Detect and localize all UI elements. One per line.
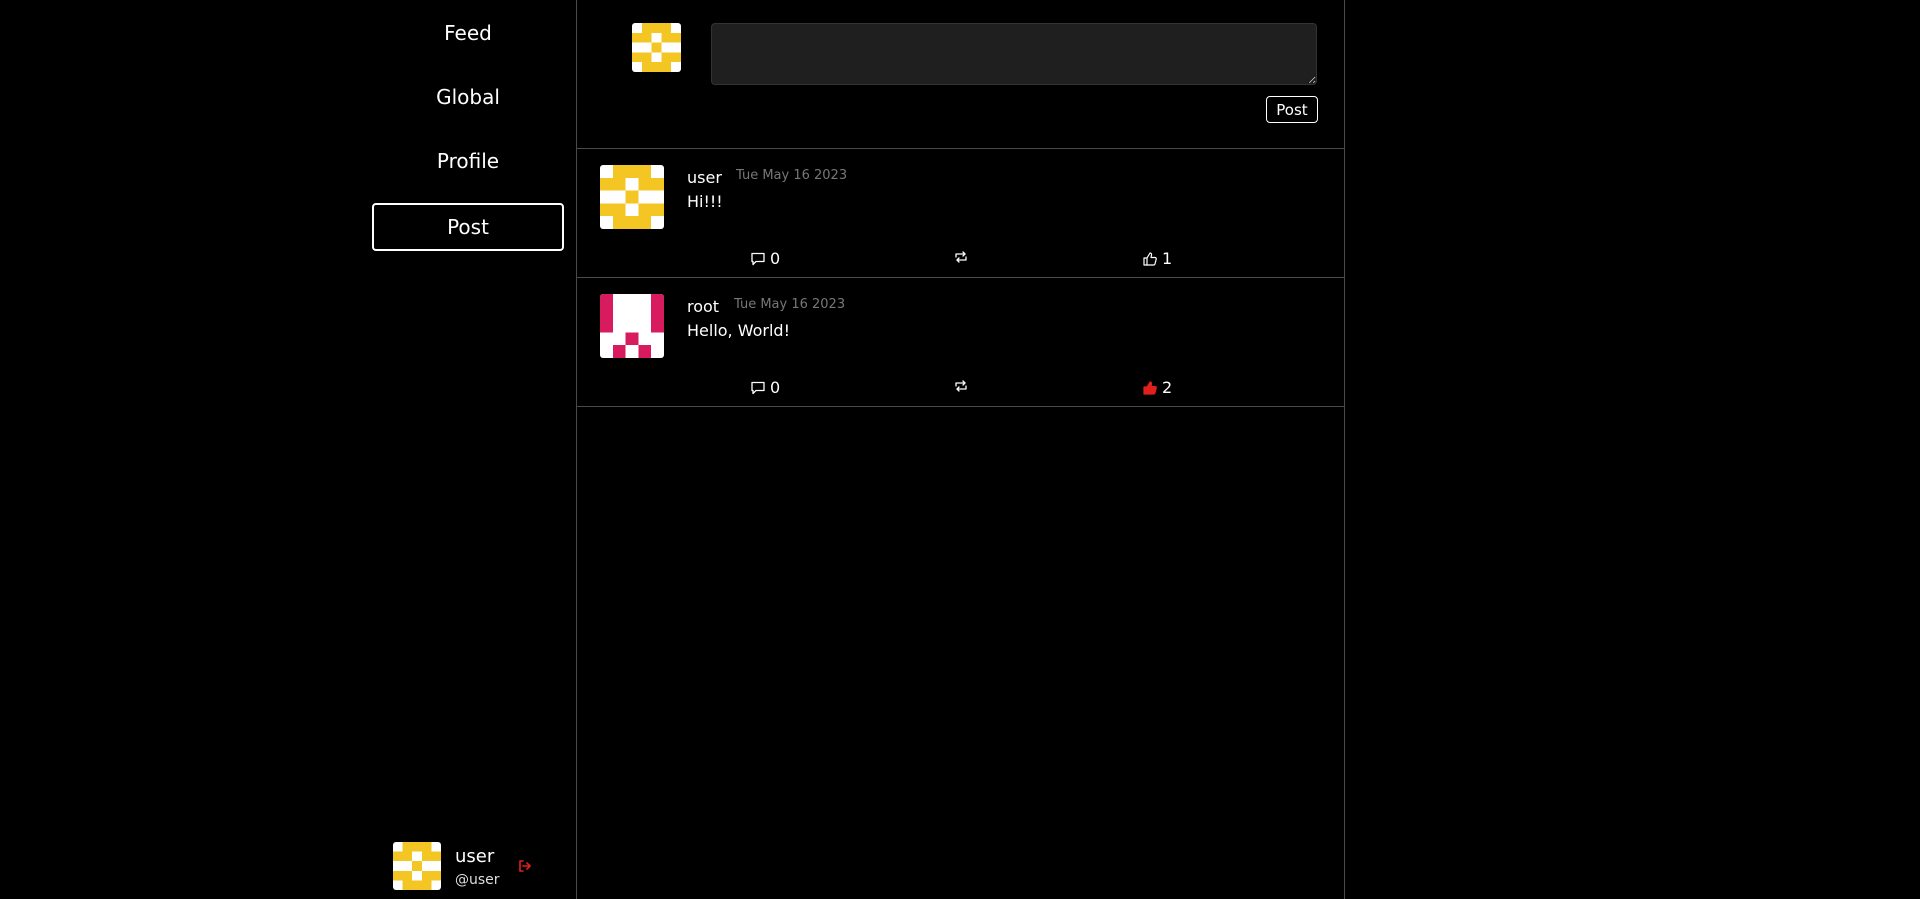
post-text: Hi!!! — [687, 192, 723, 211]
comment-count: 0 — [770, 249, 781, 268]
identicon-yellow-icon — [600, 165, 664, 229]
avatar[interactable] — [600, 165, 664, 229]
like-button[interactable]: 1 — [1142, 249, 1172, 268]
avatar[interactable] — [632, 23, 681, 72]
like-button[interactable]: 2 — [1142, 378, 1172, 397]
like-count: 1 — [1162, 249, 1173, 268]
repost-button[interactable] — [953, 249, 969, 265]
main-feed: Post user Tue May 16 2023 Hi!!! 0 1 root… — [576, 0, 1345, 899]
account-panel: user @user — [393, 842, 543, 890]
sidebar-nav: Feed Global Profile Post — [372, 11, 564, 267]
comment-button[interactable]: 0 — [750, 378, 780, 397]
account-handle: @user — [455, 872, 500, 888]
post-author[interactable]: root — [687, 297, 719, 316]
repost-icon — [955, 380, 967, 392]
post-date: Tue May 16 2023 — [734, 297, 846, 312]
repost-icon — [955, 251, 967, 263]
avatar[interactable] — [600, 294, 664, 358]
thumbs-up-icon — [1143, 251, 1157, 266]
post-item: user Tue May 16 2023 Hi!!! 0 1 — [577, 149, 1344, 278]
post-date: Tue May 16 2023 — [736, 168, 848, 183]
composer: Post — [577, 0, 1344, 149]
sidebar: Feed Global Profile Post user @user — [0, 0, 576, 899]
post-text: Hello, World! — [687, 321, 790, 340]
thumbs-up-filled-icon — [1143, 380, 1157, 395]
nav-post-button[interactable]: Post — [372, 203, 564, 251]
comment-count: 0 — [770, 378, 781, 397]
logout-icon[interactable] — [517, 858, 533, 874]
comment-icon — [751, 252, 765, 265]
avatar[interactable] — [393, 842, 441, 890]
identicon-pink-icon — [600, 294, 664, 358]
account-name: user — [455, 846, 495, 867]
post-author[interactable]: user — [687, 168, 722, 187]
comment-button[interactable]: 0 — [750, 249, 780, 268]
post-textarea[interactable] — [711, 23, 1317, 85]
nav-global[interactable]: Global — [372, 75, 564, 123]
repost-button[interactable] — [953, 378, 969, 394]
comment-icon — [751, 381, 765, 394]
nav-profile[interactable]: Profile — [372, 139, 564, 187]
identicon-yellow-icon — [632, 23, 681, 72]
submit-post-button[interactable]: Post — [1266, 96, 1318, 123]
post-item: root Tue May 16 2023 Hello, World! 0 2 — [577, 278, 1344, 407]
nav-feed[interactable]: Feed — [372, 11, 564, 59]
identicon-yellow-icon — [393, 842, 441, 890]
like-count: 2 — [1162, 378, 1173, 397]
